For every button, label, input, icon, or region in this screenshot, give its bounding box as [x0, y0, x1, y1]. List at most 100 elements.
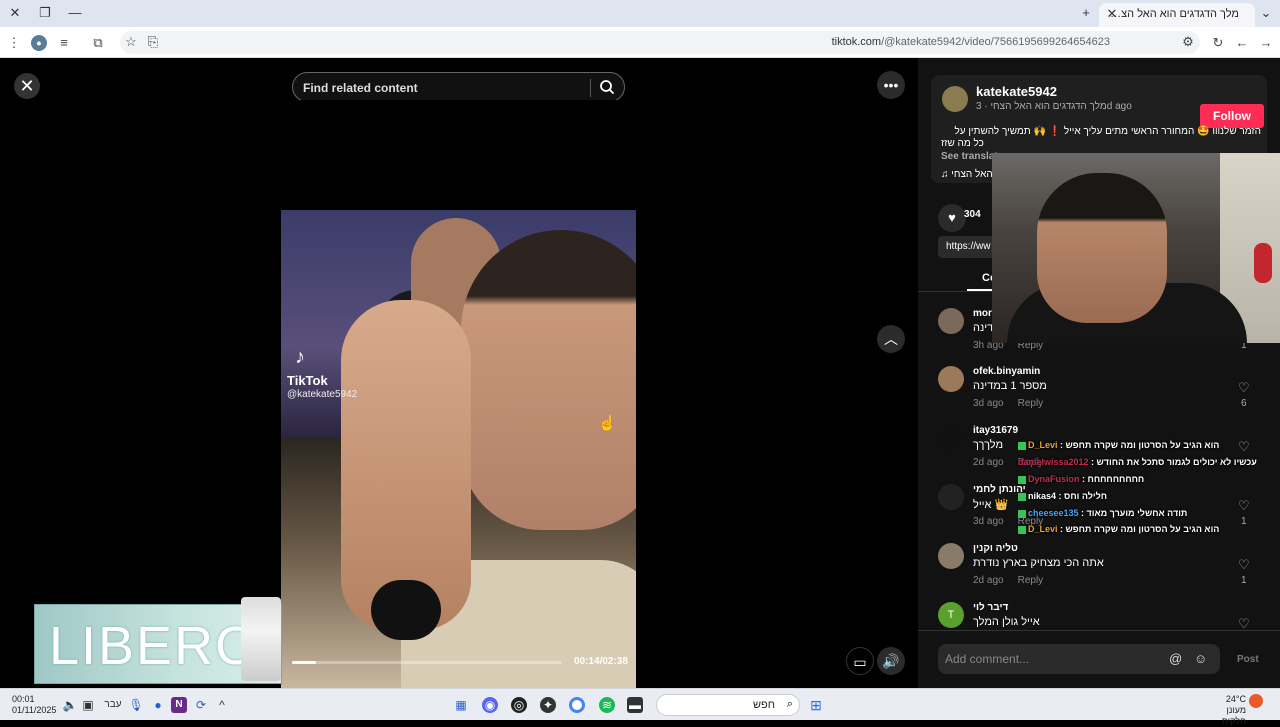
tray-app-icon[interactable]: ●	[150, 697, 166, 713]
comment-avatar[interactable]	[938, 308, 964, 334]
window-minimize-icon[interactable]: —	[65, 4, 85, 22]
comment-avatar[interactable]: T	[938, 602, 964, 628]
comment-like-count: 6	[1241, 398, 1247, 409]
search-icon[interactable]	[599, 79, 615, 95]
chat-message: הוא הגיב על הסרטון ומה שקרה תחפש	[1065, 440, 1220, 450]
volume-icon: 🔊	[882, 653, 900, 669]
reply-link[interactable]: Reply	[1018, 398, 1044, 409]
post-caption: הזמר שלנווו 🤩 המחורר הראשי מתים עליך איי…	[941, 125, 1261, 138]
app-icon[interactable]: ✦	[540, 697, 556, 713]
network-icon[interactable]: ▣	[80, 697, 96, 713]
volume-button[interactable]: 🔊	[877, 647, 905, 675]
comment-like-icon[interactable]: ♡	[1238, 439, 1250, 455]
sound-name: האל הצחי	[951, 169, 993, 180]
calculator-icon[interactable]: ▦	[453, 697, 469, 713]
browser-tab-bar: ✕ ❐ — + מלך הדגדגים הוא האל הצ… ✕ ⌄	[0, 0, 1280, 27]
like-count: 304	[964, 209, 981, 220]
comment-user[interactable]: itay31679	[973, 425, 1018, 436]
spotify-icon[interactable]: ≋	[599, 697, 615, 713]
comment-user[interactable]: ofek.binyamin	[973, 366, 1040, 377]
emoji-icon[interactable]: ☺	[1194, 651, 1207, 666]
previous-video-button[interactable]: ︿	[877, 325, 905, 353]
window-close-icon[interactable]: ✕	[5, 4, 25, 22]
related-search-input[interactable]: Find related content	[292, 72, 625, 102]
taskbar-search-text: חפש	[753, 699, 775, 711]
comment-like-icon[interactable]: ♡	[1238, 498, 1250, 514]
site-settings-icon[interactable]: ⚙	[1180, 34, 1196, 50]
tab-list-icon[interactable]: ⌄	[1256, 4, 1276, 22]
comment-like-icon[interactable]: ♡	[1238, 557, 1250, 573]
microphone	[371, 580, 441, 640]
obs-icon[interactable]: ◎	[511, 697, 527, 713]
music-note-icon: ♫	[941, 169, 949, 180]
chat-message: חלילה וחס	[1064, 491, 1108, 501]
chrome-icon[interactable]	[569, 697, 585, 713]
close-icon: ✕	[19, 76, 35, 96]
comment-like-icon[interactable]: ♡	[1238, 380, 1250, 396]
video-person-face	[461, 230, 636, 530]
start-menu-icon[interactable]: ⊞	[808, 697, 824, 713]
tab-close-icon[interactable]: ✕	[1102, 5, 1122, 23]
comment-avatar[interactable]	[938, 484, 964, 510]
taskbar: 00:01 01/11/2025 🔈 ▣ עבר 🎙 ● N ⟳ ^ ▦ ◉ ◎ …	[0, 688, 1280, 726]
comment-user[interactable]: mor	[973, 308, 992, 319]
sync-icon[interactable]: ⟳	[193, 697, 209, 713]
add-comment-input[interactable]: Add comment... @ ☺	[938, 644, 1220, 674]
profile-icon[interactable]: ●	[31, 35, 47, 51]
comment-avatar[interactable]	[938, 425, 964, 451]
comment-avatar[interactable]	[938, 543, 964, 569]
video-frame[interactable]: ♪ TikTok @katekate5942	[281, 100, 636, 688]
caption-line-2: כל מה שזז	[941, 138, 984, 149]
libero-overlay: LIBERO	[34, 597, 282, 684]
comment-text: מספר 1 במדינה	[973, 380, 1047, 392]
author-avatar[interactable]	[942, 86, 968, 112]
chat-nick: danielwissa2012	[1018, 457, 1089, 467]
extension-puzzle-icon[interactable]: ⧉	[90, 35, 106, 51]
video-progress-bar[interactable]	[292, 661, 562, 664]
comment-text: אייל גולן המלך	[973, 616, 1040, 628]
add-comment-placeholder: Add comment...	[945, 652, 1030, 666]
comment-avatar[interactable]	[938, 366, 964, 392]
microphone-icon[interactable]: 🎙	[128, 697, 144, 713]
chat-line: D_Levi : הוא הגיב על הסרטון ומה שקרה תחפ…	[1018, 440, 1219, 450]
taskbar-clock[interactable]: 00:01 01/11/2025	[12, 694, 56, 716]
pip-button[interactable]: ▭	[846, 647, 874, 675]
onenote-icon[interactable]: N	[171, 697, 187, 713]
sound-row[interactable]: ♫ האל הצחי	[941, 169, 993, 180]
reload-icon[interactable]: ↻	[1210, 35, 1226, 51]
cast-icon[interactable]: ⎘	[145, 34, 161, 50]
like-button[interactable]: ♥	[938, 204, 966, 232]
browser-tab-active[interactable]: מלך הדגדגים הוא האל הצ…	[1099, 3, 1255, 27]
comment-user[interactable]: טליה וקנין	[973, 543, 1018, 554]
forward-icon[interactable]: →	[1258, 35, 1274, 51]
window-restore-icon[interactable]: ❐	[35, 4, 55, 22]
more-options-button[interactable]: •••	[877, 71, 905, 99]
weather-widget[interactable]: 24°C מעונן חלקית	[1202, 694, 1246, 727]
discord-icon[interactable]: ◉	[482, 697, 498, 713]
taskbar-search[interactable]: חפש ⌕	[656, 694, 800, 716]
tray-expand-icon[interactable]: ^	[214, 697, 230, 713]
heart-icon: ♥	[948, 210, 956, 225]
extensions-icon[interactable]: ≡	[56, 35, 72, 51]
author-username[interactable]: katekate5942	[976, 84, 1057, 99]
chat-nick: D_Levi	[1028, 524, 1058, 534]
menu-dots-icon[interactable]: ⋮	[6, 35, 22, 51]
see-translation-link[interactable]: See translat	[941, 151, 998, 162]
url-field[interactable]: ☆ ⎘ tiktok.com/@katekate5942/video/75661…	[120, 31, 1200, 54]
comment-like-count: 1	[1241, 575, 1247, 586]
file-explorer-icon[interactable]: ▬	[627, 697, 643, 713]
chat-nick: cheesee135	[1028, 508, 1079, 518]
url-text[interactable]: tiktok.com/@katekate5942/video/756619569…	[832, 36, 1110, 48]
new-tab-icon[interactable]: +	[1076, 4, 1096, 22]
post-comment-button[interactable]: Post	[1237, 654, 1259, 665]
bookmark-star-icon[interactable]: ☆	[123, 34, 139, 50]
reply-link[interactable]: Reply	[1018, 575, 1044, 586]
language-indicator[interactable]: עבר	[103, 697, 123, 713]
close-video-button[interactable]: ✕	[14, 73, 40, 99]
back-icon[interactable]: ←	[1234, 35, 1250, 51]
speaker-icon[interactable]: 🔈	[62, 697, 78, 713]
comment-user[interactable]: דיבר לוי	[973, 602, 1008, 613]
mention-icon[interactable]: @	[1169, 651, 1182, 666]
comment-item: טליה וקנין אתה הכי מצחיק בארץ נודרת 2d a…	[918, 543, 1280, 599]
chat-message: עכשיו לא יכולים לגמור סתכל את החודש	[1096, 457, 1257, 467]
